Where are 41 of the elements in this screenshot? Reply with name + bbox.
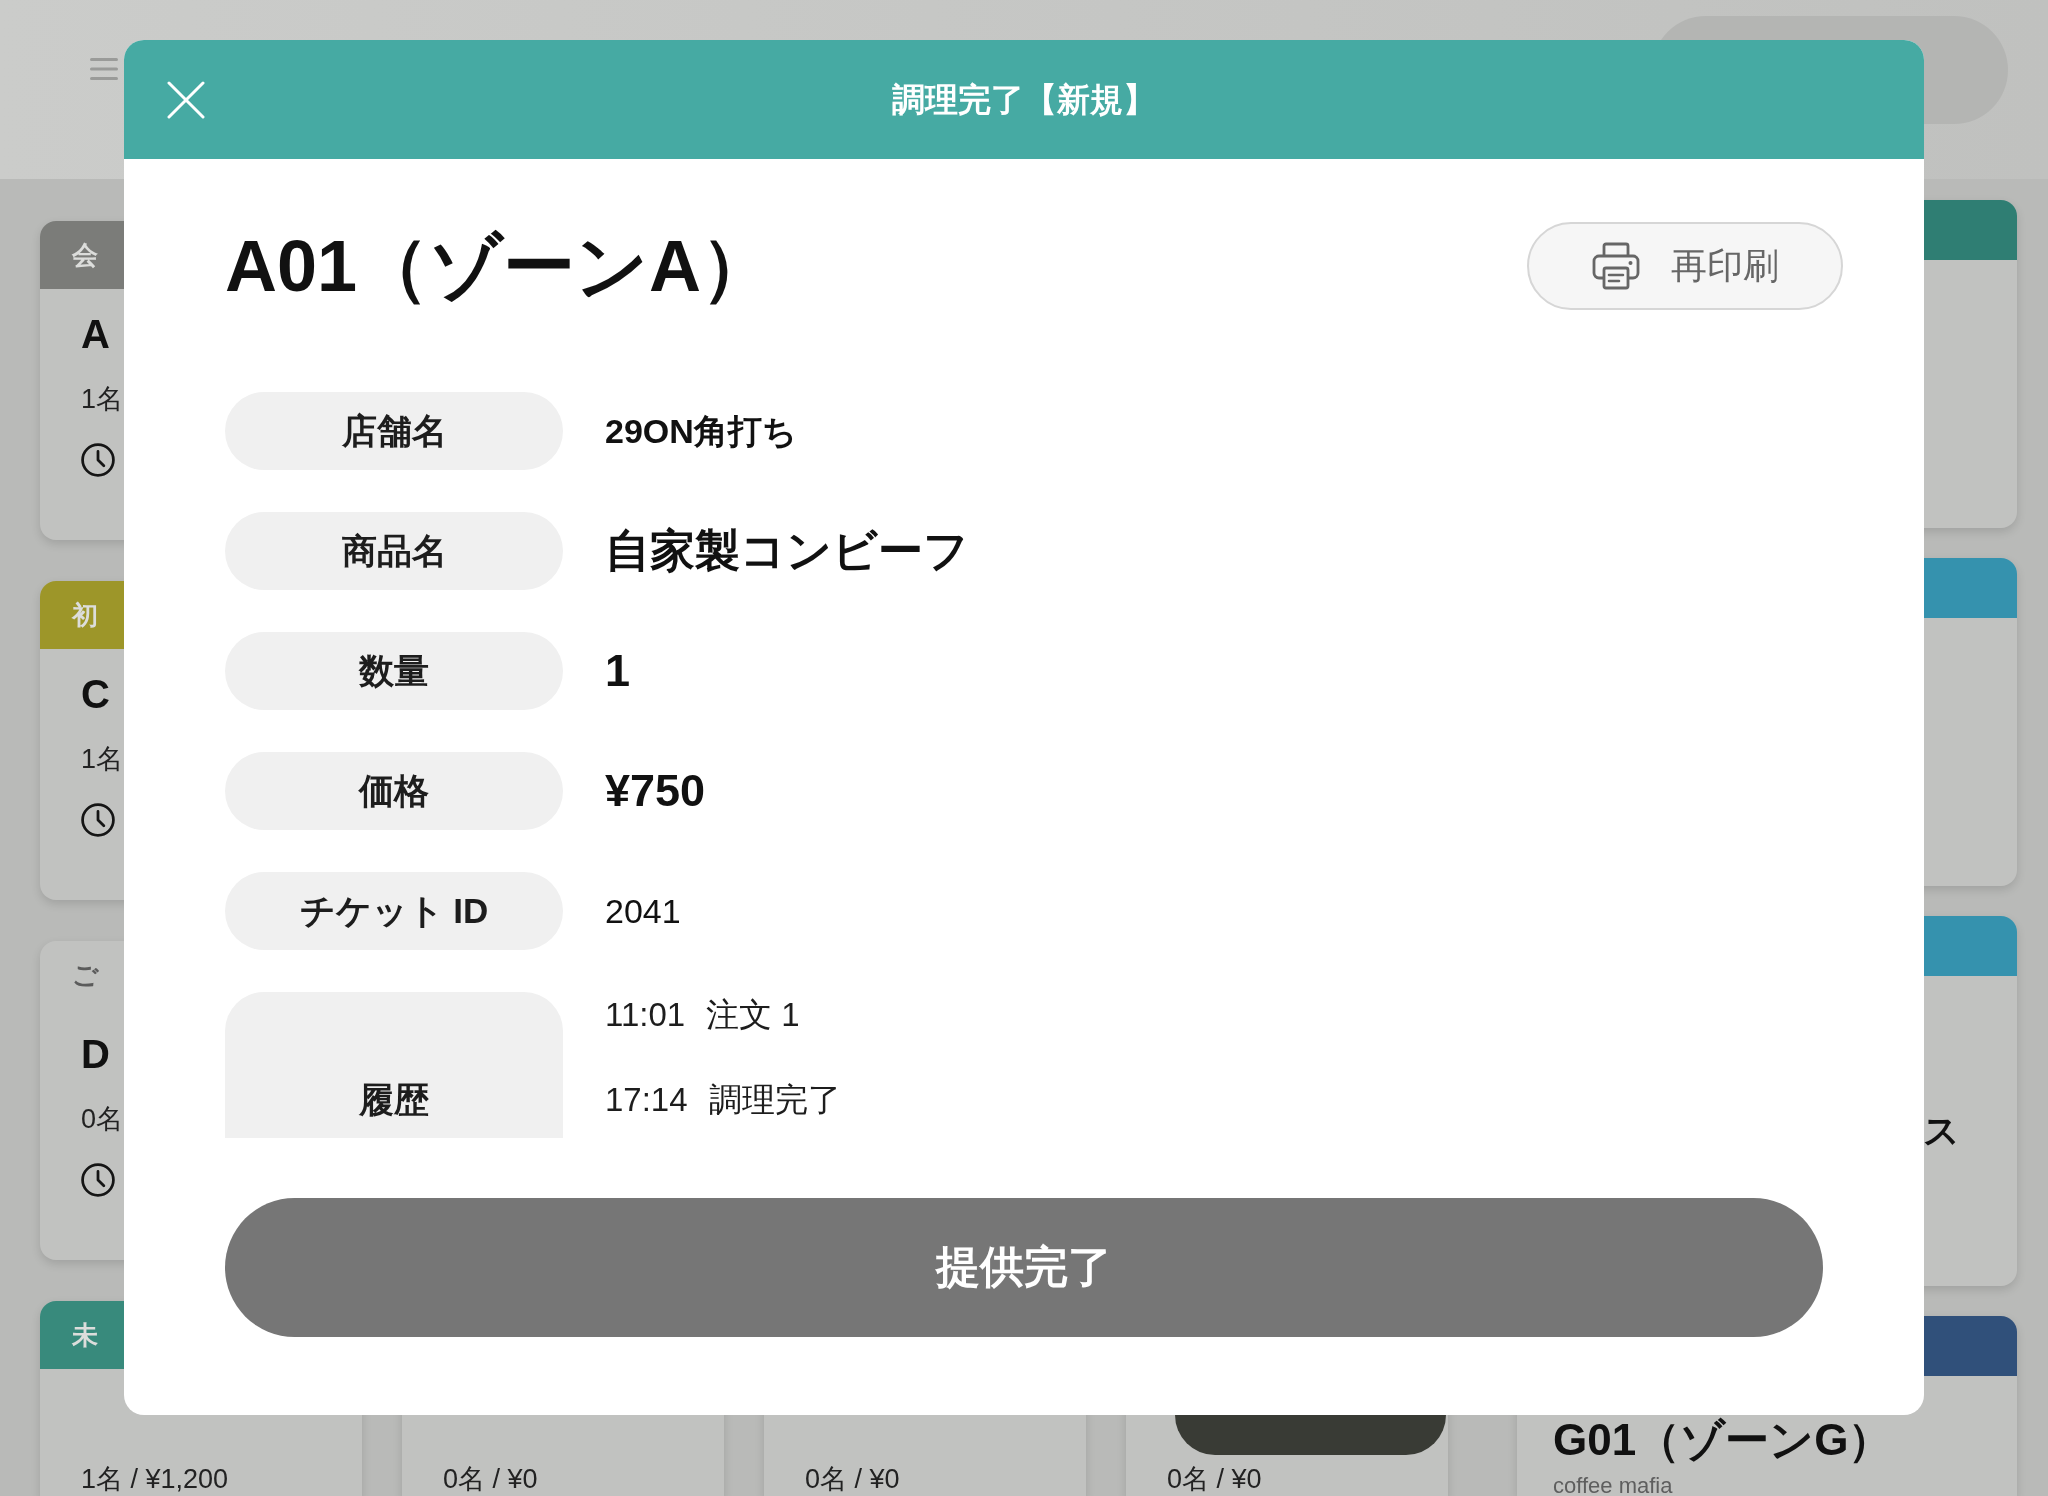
history-event: 注文 1 <box>706 995 800 1035</box>
table-heading: A01（ゾーンA） <box>225 225 774 308</box>
serve-complete-button[interactable]: 提供完了 <box>225 1198 1823 1337</box>
table-name: A <box>81 311 111 357</box>
field-label: 店舗名 <box>225 392 563 470</box>
field-label: 履歴 <box>225 992 563 1138</box>
table-name: D <box>81 1031 111 1077</box>
field-label: チケット ID <box>225 872 563 950</box>
status-label: 初 <box>72 599 98 631</box>
guest-count: 1名 <box>81 743 125 776</box>
field-value: 自家製コンビーフ <box>605 524 969 578</box>
field-label: 商品名 <box>225 512 563 590</box>
table-name: G01（ゾーンG） <box>1553 1418 1894 1462</box>
shop-name: coffee mafia <box>1553 1472 1674 1496</box>
field-value: 29ON角打ち <box>605 411 797 452</box>
guest-count: 0名 / ¥0 <box>443 1463 539 1496</box>
close-button[interactable] <box>167 80 205 119</box>
card-text: ス <box>1923 1111 1960 1151</box>
table-name: C <box>81 671 111 717</box>
field-value: ¥750 <box>605 764 706 818</box>
status-label: ご <box>72 959 99 991</box>
field-label: 数量 <box>225 632 563 710</box>
menu-icon[interactable] <box>90 58 118 80</box>
status-label: 未 <box>72 1319 98 1351</box>
dialog-title: 調理完了【新規】 <box>892 79 1156 120</box>
history-time: 17:14 <box>605 1080 688 1120</box>
field-value: 2041 <box>605 891 681 932</box>
field-label: 価格 <box>225 752 563 830</box>
printer-icon <box>1591 241 1641 291</box>
history-event: 調理完了 <box>708 1080 841 1120</box>
history-time: 11:01 <box>605 995 686 1035</box>
status-label: 会 <box>72 239 98 271</box>
reprint-button[interactable]: 再印刷 <box>1527 222 1843 310</box>
floating-button[interactable] <box>1175 1415 1446 1455</box>
guest-count: 0名 / ¥0 <box>805 1463 901 1496</box>
guest-count: 1名 <box>81 383 125 416</box>
field-value: 1 <box>605 644 631 698</box>
guest-count: 0名 / ¥0 <box>1167 1463 1263 1496</box>
close-icon <box>167 80 205 119</box>
guest-count: 1名 / ¥1,200 <box>81 1463 230 1496</box>
guest-count: 0名 <box>81 1103 125 1136</box>
